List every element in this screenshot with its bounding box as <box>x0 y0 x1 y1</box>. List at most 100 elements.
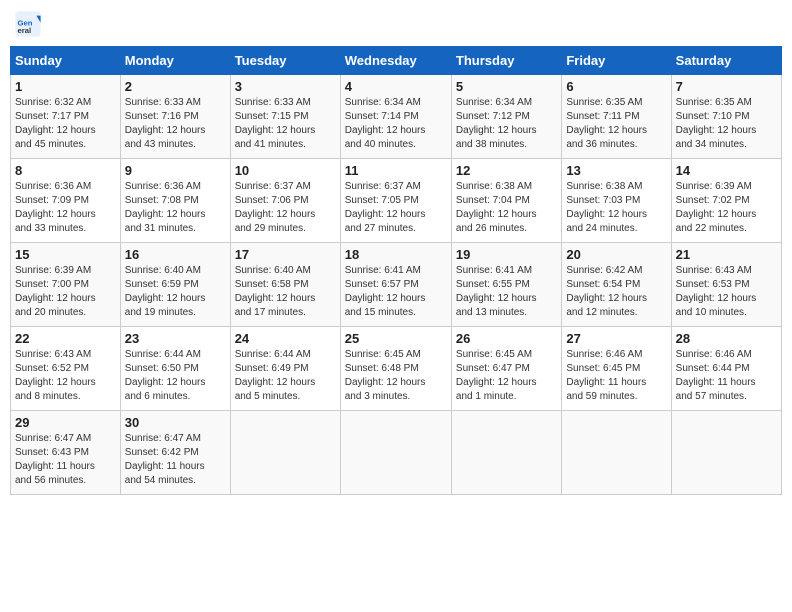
calendar-week-row: 1 Sunrise: 6:32 AMSunset: 7:17 PMDaylight… <box>11 75 782 159</box>
day-number: 15 <box>15 247 116 262</box>
day-info: Sunrise: 6:40 AMSunset: 6:59 PMDaylight:… <box>125 264 226 320</box>
day-number: 18 <box>345 247 447 262</box>
day-info: Sunrise: 6:44 AMSunset: 6:50 PMDaylight:… <box>125 348 226 404</box>
calendar-cell: 23Sunrise: 6:44 AMSunset: 6:50 PMDayligh… <box>120 327 230 411</box>
calendar-table: SundayMondayTuesdayWednesdayThursdayFrid… <box>10 46 782 495</box>
day-info: Sunrise: 6:32 AMSunset: 7:17 PMDaylight:… <box>15 96 116 152</box>
day-info: Sunrise: 6:45 AMSunset: 6:47 PMDaylight:… <box>456 348 557 404</box>
calendar-cell: 13 Sunrise: 6:38 AMSunset: 7:03 PMDayligh… <box>562 159 671 243</box>
logo: Gen eral <box>14 10 44 38</box>
day-number: 1 <box>15 79 116 94</box>
calendar-cell: 5 Sunrise: 6:34 AMSunset: 7:12 PMDaylight… <box>451 75 561 159</box>
day-info: Sunrise: 6:45 AMSunset: 6:48 PMDaylight:… <box>345 348 447 404</box>
day-info: Sunrise: 6:37 AMSunset: 7:06 PMDaylight:… <box>235 180 336 236</box>
calendar-cell: 28 Sunrise: 6:46 AMSunset: 6:44 PMDayligh… <box>671 327 781 411</box>
calendar-cell: 21 Sunrise: 6:43 AMSunset: 6:53 PMDayligh… <box>671 243 781 327</box>
day-info: Sunrise: 6:36 AMSunset: 7:09 PMDaylight:… <box>15 180 116 236</box>
day-number: 27 <box>566 331 666 346</box>
day-info: Sunrise: 6:43 AMSunset: 6:53 PMDaylight:… <box>676 264 777 320</box>
day-number: 5 <box>456 79 557 94</box>
calendar-day-header: Wednesday <box>340 47 451 75</box>
day-number: 10 <box>235 163 336 178</box>
day-number: 17 <box>235 247 336 262</box>
calendar-cell: 7Sunrise: 6:35 AMSunset: 7:10 PMDaylight… <box>671 75 781 159</box>
day-number: 6 <box>566 79 666 94</box>
calendar-cell: 3 Sunrise: 6:33 AMSunset: 7:15 PMDaylight… <box>230 75 340 159</box>
calendar-day-header: Friday <box>562 47 671 75</box>
day-info: Sunrise: 6:39 AMSunset: 7:02 PMDaylight:… <box>676 180 777 236</box>
day-info: Sunrise: 6:35 AMSunset: 7:10 PMDaylight:… <box>676 96 777 152</box>
day-info: Sunrise: 6:38 AMSunset: 7:03 PMDaylight:… <box>566 180 666 236</box>
calendar-cell: 1 Sunrise: 6:32 AMSunset: 7:17 PMDaylight… <box>11 75 121 159</box>
calendar-cell <box>562 411 671 495</box>
day-number: 30 <box>125 415 226 430</box>
day-info: Sunrise: 6:36 AMSunset: 7:08 PMDaylight:… <box>125 180 226 236</box>
page-header: Gen eral <box>10 10 782 38</box>
calendar-cell: 20 Sunrise: 6:42 AMSunset: 6:54 PMDayligh… <box>562 243 671 327</box>
calendar-cell: 18 Sunrise: 6:41 AMSunset: 6:57 PMDayligh… <box>340 243 451 327</box>
calendar-cell: 19Sunrise: 6:41 AMSunset: 6:55 PMDayligh… <box>451 243 561 327</box>
calendar-cell: 11 Sunrise: 6:37 AMSunset: 7:05 PMDayligh… <box>340 159 451 243</box>
calendar-cell: 9 Sunrise: 6:36 AMSunset: 7:08 PMDaylight… <box>120 159 230 243</box>
day-info: Sunrise: 6:47 AMSunset: 6:42 PMDaylight:… <box>125 432 226 488</box>
day-info: Sunrise: 6:39 AMSunset: 7:00 PMDaylight:… <box>15 264 116 320</box>
day-number: 8 <box>15 163 116 178</box>
day-number: 4 <box>345 79 447 94</box>
day-info: Sunrise: 6:41 AMSunset: 6:57 PMDaylight:… <box>345 264 447 320</box>
day-info: Sunrise: 6:37 AMSunset: 7:05 PMDaylight:… <box>345 180 447 236</box>
day-number: 20 <box>566 247 666 262</box>
day-number: 9 <box>125 163 226 178</box>
calendar-cell: 15 Sunrise: 6:39 AMSunset: 7:00 PMDayligh… <box>11 243 121 327</box>
day-number: 13 <box>566 163 666 178</box>
svg-text:eral: eral <box>18 26 32 35</box>
calendar-cell <box>230 411 340 495</box>
calendar-day-header: Tuesday <box>230 47 340 75</box>
calendar-cell: 27 Sunrise: 6:46 AMSunset: 6:45 PMDayligh… <box>562 327 671 411</box>
logo-icon: Gen eral <box>14 10 42 38</box>
calendar-week-row: 22 Sunrise: 6:43 AMSunset: 6:52 PMDayligh… <box>11 327 782 411</box>
day-number: 14 <box>676 163 777 178</box>
calendar-cell <box>340 411 451 495</box>
calendar-week-row: 29 Sunrise: 6:47 AMSunset: 6:43 PMDayligh… <box>11 411 782 495</box>
calendar-cell <box>451 411 561 495</box>
calendar-cell: 6 Sunrise: 6:35 AMSunset: 7:11 PMDaylight… <box>562 75 671 159</box>
calendar-cell: 14 Sunrise: 6:39 AMSunset: 7:02 PMDayligh… <box>671 159 781 243</box>
calendar-cell: 30 Sunrise: 6:47 AMSunset: 6:42 PMDayligh… <box>120 411 230 495</box>
calendar-day-header: Sunday <box>11 47 121 75</box>
day-info: Sunrise: 6:35 AMSunset: 7:11 PMDaylight:… <box>566 96 666 152</box>
day-info: Sunrise: 6:43 AMSunset: 6:52 PMDaylight:… <box>15 348 116 404</box>
calendar-header-row: SundayMondayTuesdayWednesdayThursdayFrid… <box>11 47 782 75</box>
day-number: 19 <box>456 247 557 262</box>
calendar-cell: 29 Sunrise: 6:47 AMSunset: 6:43 PMDayligh… <box>11 411 121 495</box>
day-info: Sunrise: 6:33 AMSunset: 7:15 PMDaylight:… <box>235 96 336 152</box>
day-info: Sunrise: 6:40 AMSunset: 6:58 PMDaylight:… <box>235 264 336 320</box>
calendar-cell: 24Sunrise: 6:44 AMSunset: 6:49 PMDayligh… <box>230 327 340 411</box>
day-info: Sunrise: 6:46 AMSunset: 6:44 PMDaylight:… <box>676 348 777 404</box>
day-info: Sunrise: 6:42 AMSunset: 6:54 PMDaylight:… <box>566 264 666 320</box>
day-info: Sunrise: 6:34 AMSunset: 7:12 PMDaylight:… <box>456 96 557 152</box>
day-number: 25 <box>345 331 447 346</box>
day-number: 3 <box>235 79 336 94</box>
calendar-cell: 10 Sunrise: 6:37 AMSunset: 7:06 PMDayligh… <box>230 159 340 243</box>
calendar-cell <box>671 411 781 495</box>
calendar-cell: 2Sunrise: 6:33 AMSunset: 7:16 PMDaylight… <box>120 75 230 159</box>
day-number: 29 <box>15 415 116 430</box>
calendar-day-header: Monday <box>120 47 230 75</box>
day-number: 28 <box>676 331 777 346</box>
day-number: 11 <box>345 163 447 178</box>
day-number: 22 <box>15 331 116 346</box>
calendar-day-header: Thursday <box>451 47 561 75</box>
calendar-cell: 26 Sunrise: 6:45 AMSunset: 6:47 PMDayligh… <box>451 327 561 411</box>
day-info: Sunrise: 6:47 AMSunset: 6:43 PMDaylight:… <box>15 432 116 488</box>
day-number: 21 <box>676 247 777 262</box>
day-info: Sunrise: 6:38 AMSunset: 7:04 PMDaylight:… <box>456 180 557 236</box>
calendar-cell: 8 Sunrise: 6:36 AMSunset: 7:09 PMDaylight… <box>11 159 121 243</box>
day-info: Sunrise: 6:44 AMSunset: 6:49 PMDaylight:… <box>235 348 336 404</box>
calendar-cell: 4Sunrise: 6:34 AMSunset: 7:14 PMDaylight… <box>340 75 451 159</box>
day-number: 2 <box>125 79 226 94</box>
day-number: 26 <box>456 331 557 346</box>
day-number: 12 <box>456 163 557 178</box>
calendar-week-row: 8 Sunrise: 6:36 AMSunset: 7:09 PMDaylight… <box>11 159 782 243</box>
calendar-week-row: 15 Sunrise: 6:39 AMSunset: 7:00 PMDayligh… <box>11 243 782 327</box>
day-info: Sunrise: 6:46 AMSunset: 6:45 PMDaylight:… <box>566 348 666 404</box>
